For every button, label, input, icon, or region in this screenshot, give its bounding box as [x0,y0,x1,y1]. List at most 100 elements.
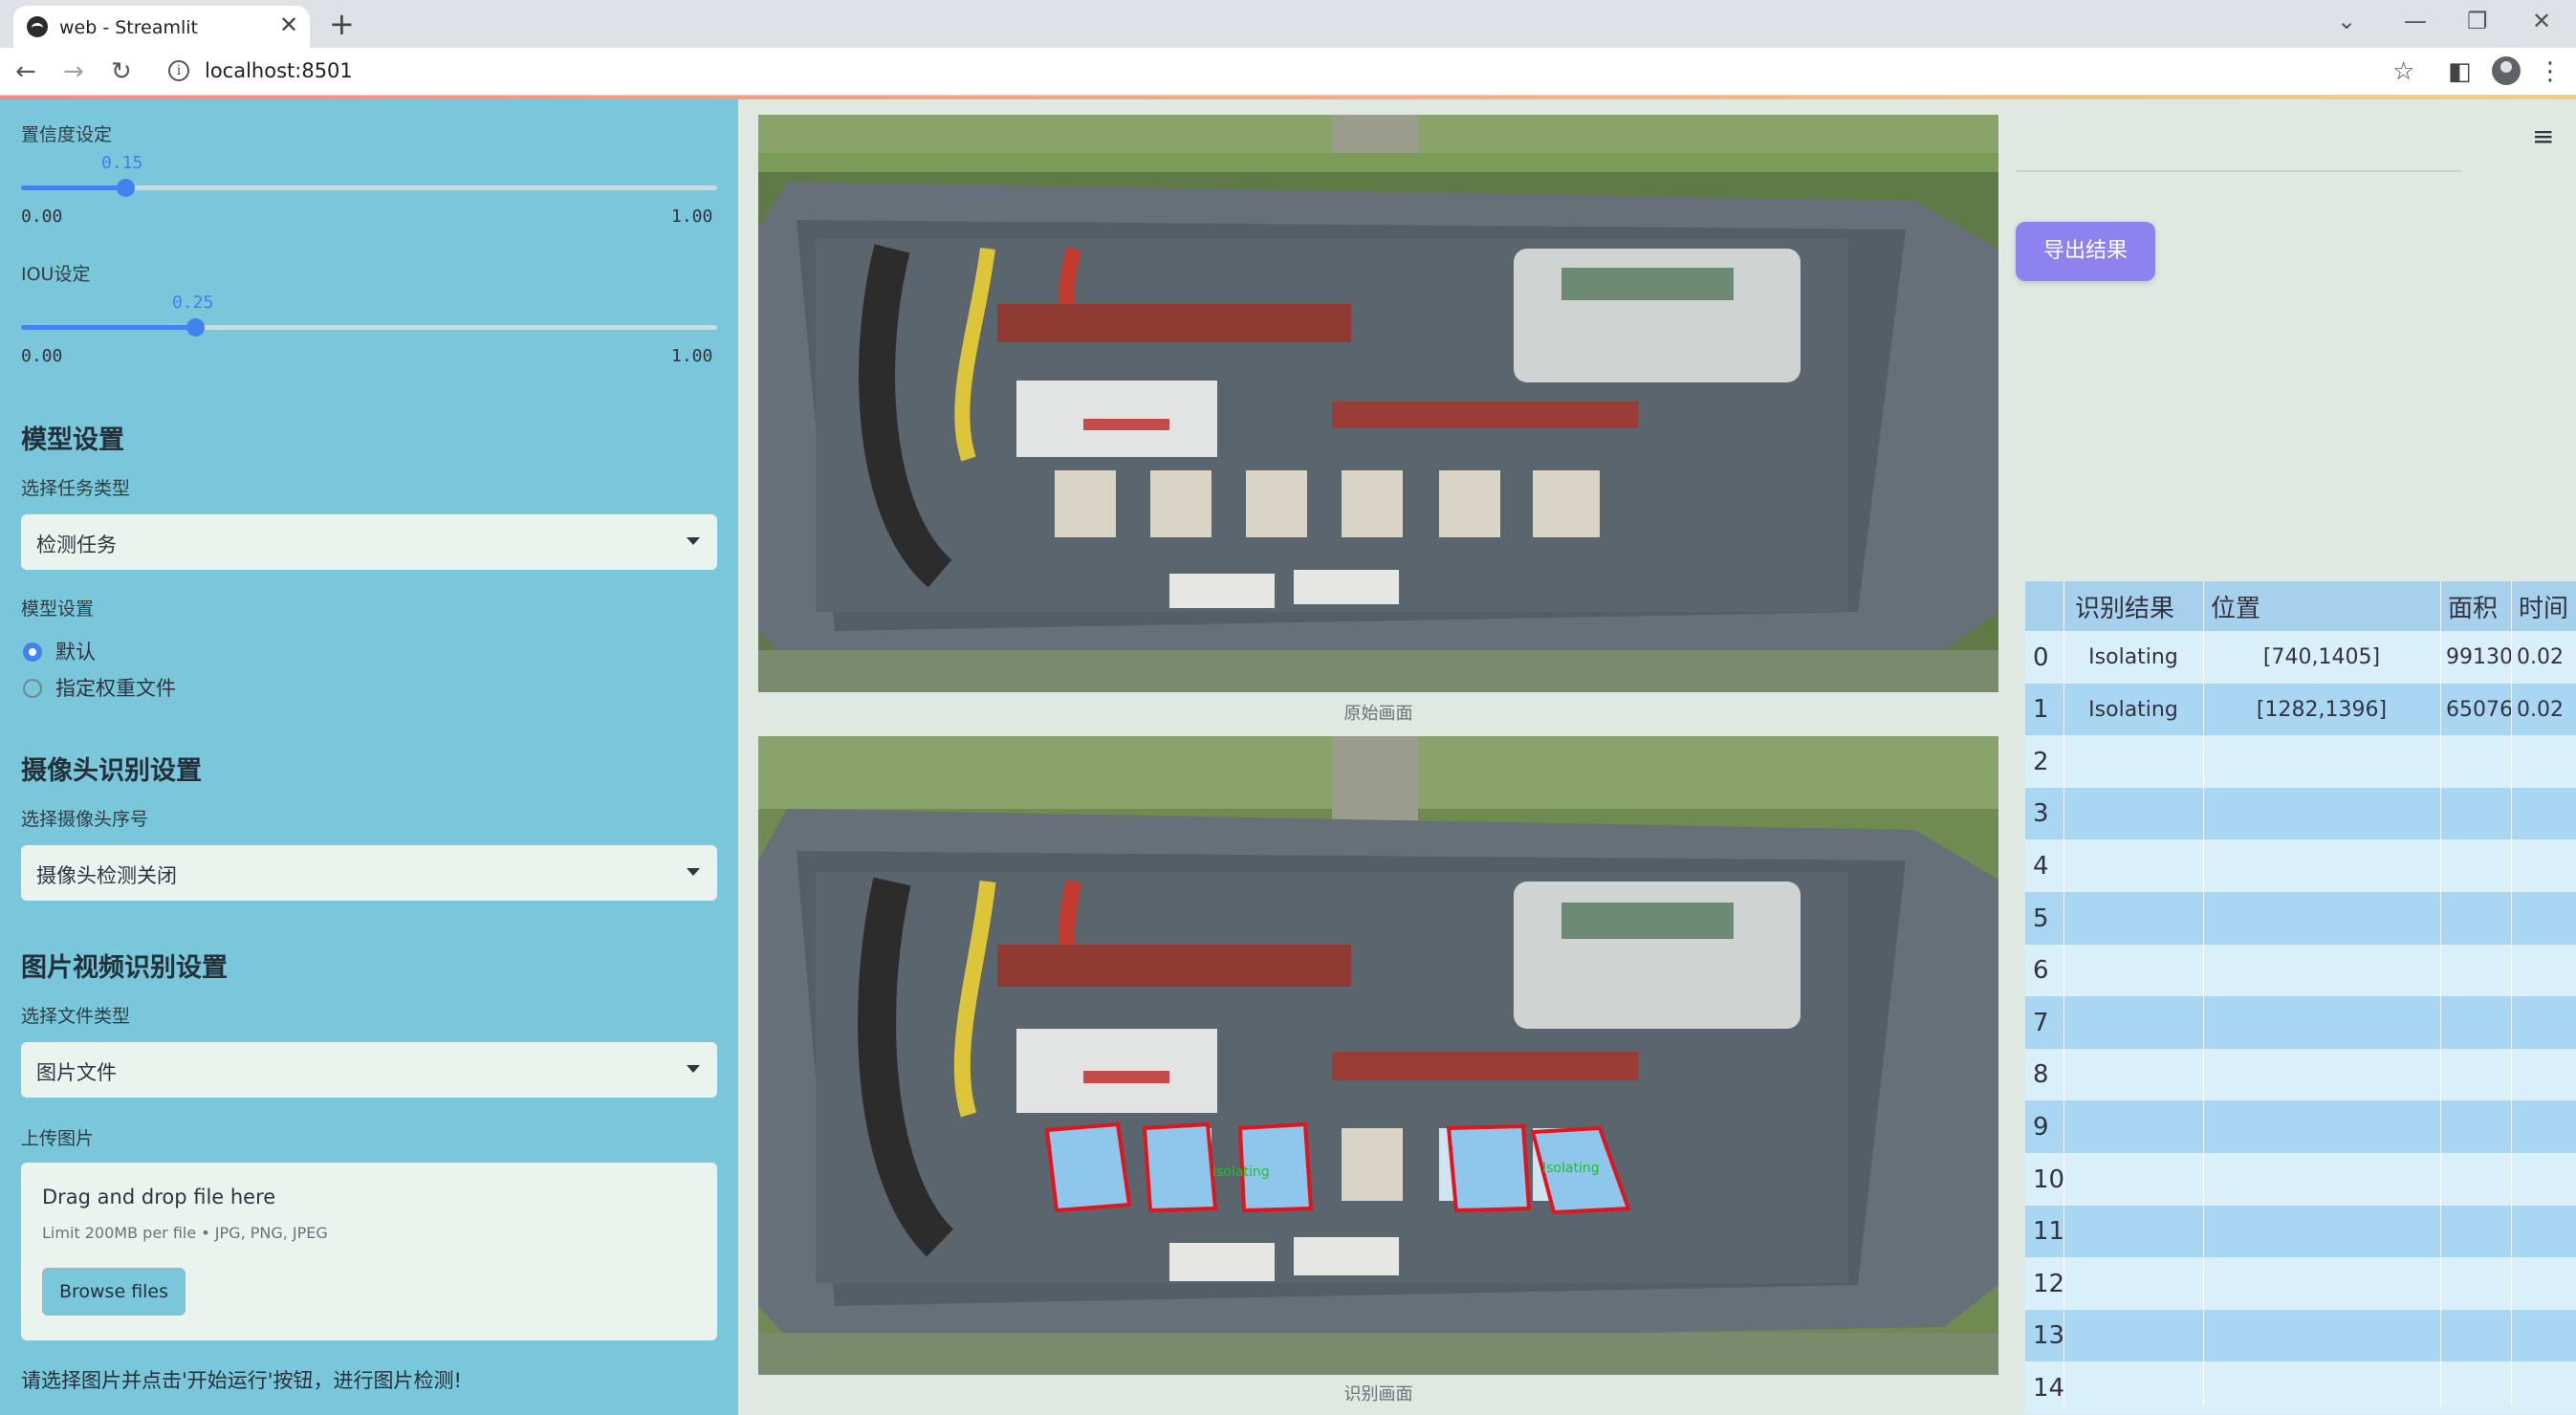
header-result[interactable]: 识别结果 [2075,581,2174,631]
restore-icon[interactable]: ❐ [2467,8,2488,34]
reload-icon[interactable]: ↻ [111,57,132,86]
confidence-slider-thumb[interactable] [117,179,136,197]
table-row[interactable]: 5 [2025,892,2576,945]
result-image-caption: 识别画面 [1343,1384,1413,1404]
header-time[interactable]: 时间 [2519,581,2568,631]
cell-area [2446,1361,2513,1414]
cell-position [2203,996,2440,1049]
cell-index: 6 [2033,956,2049,986]
cell-result [2063,1257,2203,1310]
table-row[interactable]: 10 [2025,1153,2576,1206]
cell-area: 99130 [2446,645,2513,669]
cell-time [2517,1310,2576,1362]
url-field[interactable]: localhost:8501 [205,59,353,82]
cell-index: 14 [2033,1373,2065,1403]
iou-max: 1.00 [671,346,713,366]
close-tab-icon[interactable]: ✕ [279,11,298,38]
table-row[interactable]: 7 [2025,996,2576,1050]
radio-default[interactable] [23,642,42,662]
side-panel-icon[interactable]: ◧ [2448,57,2472,86]
iou-slider-thumb[interactable] [186,318,205,337]
cell-time [2517,1361,2576,1414]
table-row[interactable]: 3 [2025,787,2576,840]
table-row[interactable]: 4 [2025,839,2576,893]
original-image-caption: 原始画面 [1343,704,1413,724]
cell-position [2203,735,2440,788]
file-uploader-dropzone[interactable]: Drag and drop file here Limit 200MB per … [21,1163,717,1340]
browser-tab[interactable]: web - Streamlit ✕ [13,6,310,48]
cell-area [2446,1153,2513,1206]
radio-default-label[interactable]: 默认 [55,637,96,665]
radio-custom-weights[interactable] [23,679,42,698]
table-row[interactable]: 12 [2025,1257,2576,1311]
export-results-button[interactable]: 导出结果 [2016,222,2155,281]
browse-files-button[interactable]: Browse files [42,1268,186,1316]
browser-menu-icon[interactable]: ⋮ [2538,57,2563,86]
file-settings-heading: 图片视频识别设置 [21,953,228,983]
cell-result [2063,735,2203,788]
result-image-graphic: Isolating Isolating [758,736,1998,1375]
iou-value: 0.25 [172,293,214,313]
camera-index-select[interactable]: 摄像头检测关闭 [21,845,717,901]
new-tab-icon[interactable]: + [329,6,355,42]
camera-settings-heading: 摄像头识别设置 [21,756,202,786]
table-row[interactable]: 9 [2025,1100,2576,1154]
forward-icon[interactable]: → [63,57,84,86]
cell-index: 11 [2033,1217,2065,1247]
cell-index: 2 [2033,747,2049,776]
app-menu-icon[interactable]: ≡ [2532,120,2554,152]
cell-time [2517,735,2576,788]
table-row[interactable]: 11 [2025,1205,2576,1258]
tab-title: web - Streamlit [59,17,198,38]
camera-index-value: 摄像头检测关闭 [36,864,177,887]
cell-area [2446,735,2513,788]
table-row[interactable]: 0 Isolating [740,1405] 99130 0.02 [2025,631,2576,684]
cell-result: Isolating [2088,697,2178,722]
header-position[interactable]: 位置 [2211,581,2260,631]
upload-title: Drag and drop file here [42,1186,276,1208]
cell-time [2517,996,2576,1049]
profile-avatar-icon[interactable] [2492,56,2521,85]
file-type-select[interactable]: 图片文件 [21,1042,717,1098]
table-row[interactable]: 13 [2025,1309,2576,1362]
cell-time [2517,1206,2576,1258]
cell-position [2203,892,2440,945]
cell-position [2203,1206,2440,1258]
cell-result [2063,892,2203,945]
chevron-down-icon [687,868,700,876]
cell-index: 12 [2033,1269,2065,1298]
table-header: 识别结果 位置 面积 时间 [2025,581,2576,631]
radio-custom-weights-label[interactable]: 指定权重文件 [55,673,176,702]
header-area[interactable]: 面积 [2448,581,2498,631]
cell-area [2446,892,2513,945]
divider [2016,170,2461,172]
upload-limit: Limit 200MB per file • JPG, PNG, JPEG [42,1224,328,1242]
cell-index: 5 [2033,903,2049,933]
iou-slider[interactable] [21,318,717,337]
cell-position: [1282,1396] [2256,697,2388,722]
cell-index: 0 [2033,642,2049,672]
close-window-icon[interactable]: ✕ [2532,8,2551,34]
table-row[interactable]: 1 Isolating [1282,1396] 65076 0.02 [2025,683,2576,736]
tab-search-icon[interactable]: ⌄ [2337,8,2356,34]
result-image: Isolating Isolating [758,736,1998,1375]
table-row[interactable]: 2 [2025,735,2576,789]
bookmark-star-icon[interactable]: ☆ [2392,57,2414,86]
site-info-icon[interactable]: i [168,60,189,81]
model-label: 模型设置 [21,599,95,620]
address-bar: ← → ↻ i localhost:8501 ☆ ◧ ⋮ [0,48,2576,96]
table-row[interactable]: 8 [2025,1048,2576,1101]
task-type-select[interactable]: 检测任务 [21,514,717,570]
confidence-slider[interactable] [21,179,717,197]
cell-area [2446,839,2513,892]
table-row[interactable]: 14 [2025,1361,2576,1415]
confidence-label: 置信度设定 [21,124,113,145]
minimize-icon[interactable]: — [2404,8,2427,34]
table-row[interactable]: 6 [2025,944,2576,997]
sidebar-hint: 请选择图片并点击'开始运行'按钮，进行图片检测! [21,1369,462,1392]
cell-area [2446,945,2513,997]
cell-position [2203,945,2440,997]
column-divider [2063,581,2064,1405]
cell-position [2203,1153,2440,1206]
back-icon[interactable]: ← [15,57,36,86]
